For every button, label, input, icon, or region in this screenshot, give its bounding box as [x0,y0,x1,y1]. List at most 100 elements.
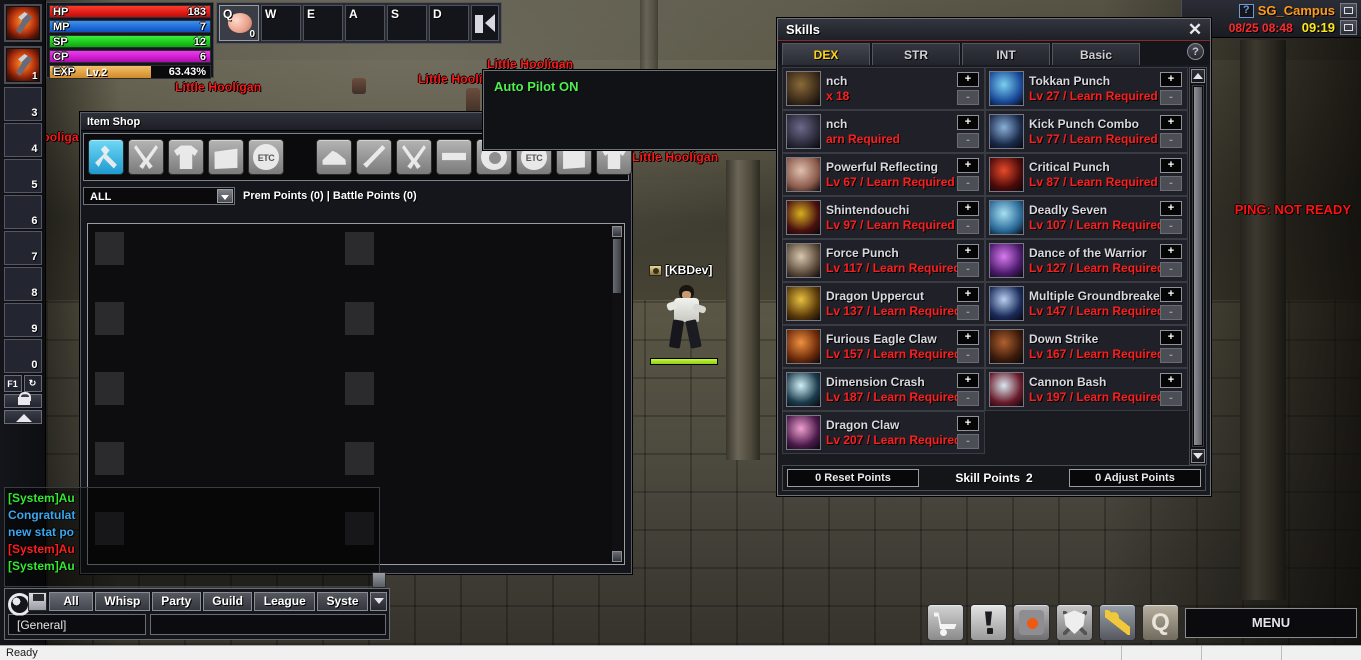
item-slot[interactable] [95,372,124,405]
hotkey-slot-a[interactable]: A [345,5,385,41]
skill-row[interactable]: Multiple Groundbreaker Lv 147 / Learn Req… [985,282,1188,325]
skill-icon[interactable] [989,71,1024,106]
skill-increase-button[interactable]: + [957,201,979,216]
belt-icon[interactable] [436,139,472,175]
scroll-up-button[interactable] [612,226,622,237]
hotkey-slot-e[interactable]: E [303,5,343,41]
skill-icon[interactable] [786,114,821,149]
skill-point-controls[interactable]: + - [957,373,981,406]
tab-dex[interactable]: DEX [782,43,870,65]
refresh-icon[interactable]: ↻ [23,375,42,392]
skill-point-controls[interactable]: + - [1160,330,1184,363]
adjust-points-button[interactable]: 0 Adjust Points [1069,469,1201,487]
chat-panel[interactable]: All Whisp Party Guild League Syste [Gene… [4,588,390,640]
skill-point-controls[interactable]: + - [957,330,981,363]
record-icon[interactable] [1013,604,1050,641]
chat-tab-bar[interactable]: All Whisp Party Guild League Syste [5,589,389,611]
skill-icon[interactable] [786,286,821,321]
chat-tab-guild[interactable]: Guild [202,591,253,611]
skill-decrease-button[interactable]: - [957,176,979,191]
category-filter-select[interactable]: ALL [83,187,235,205]
scroll-up-button[interactable] [1191,69,1205,83]
skill-increase-button[interactable]: + [1160,201,1182,216]
skill-decrease-button[interactable]: - [957,133,979,148]
skill-point-controls[interactable]: + - [1160,287,1184,320]
reset-points-button[interactable]: 0 Reset Points [787,469,919,487]
skill-point-controls[interactable]: + - [1160,201,1184,234]
skill-decrease-button[interactable]: - [1160,348,1182,363]
skill-decrease-button[interactable]: - [1160,133,1182,148]
skill-row[interactable]: Cannon Bash Lv 197 / Learn Required + - [985,368,1188,411]
skill-icon[interactable] [786,157,821,192]
tools-icon[interactable] [88,139,124,175]
player-sprite[interactable] [666,285,707,353]
tab-int[interactable]: INT [962,43,1050,65]
skill-row[interactable]: Dragon Uppercut Lv 137 / Learn Required + - [782,282,985,325]
item-slot[interactable] [345,232,374,265]
skill-row[interactable]: Shintendouchi Lv 97 / Learn Required + - [782,196,985,239]
skill-decrease-button[interactable]: - [957,262,979,277]
item-slot[interactable] [345,442,374,475]
item-shop-scrollbar[interactable] [612,226,622,562]
skill-increase-button[interactable]: + [957,115,979,130]
skill-icon[interactable] [786,243,821,278]
quickslot-4[interactable]: 4 [3,123,42,157]
skill-point-controls[interactable]: + - [957,72,981,105]
scroll-thumb[interactable] [613,239,621,293]
skill-row[interactable]: Furious Eagle Claw Lv 157 / Learn Require… [782,325,985,368]
chat-tab-all[interactable]: All [49,591,93,611]
skill-icon[interactable] [989,114,1024,149]
chat-tab-scroll-button[interactable] [370,591,387,611]
skill-icon[interactable] [786,200,821,235]
hotbar-page-arrows[interactable] [471,5,499,41]
skill-point-controls[interactable]: + - [957,201,981,234]
cart-icon[interactable] [927,604,964,641]
chat-resize-handle[interactable] [372,572,386,588]
skill-increase-button[interactable]: + [1160,244,1182,259]
scissors-icon[interactable] [128,139,164,175]
skill-point-controls[interactable]: + - [1160,373,1184,406]
skill-row[interactable]: Kick Punch Combo Lv 77 / Learn Required + - [985,110,1188,153]
skill-increase-button[interactable]: + [957,244,979,259]
item-slot[interactable] [95,232,124,265]
skills-scrollbar[interactable] [1189,67,1207,465]
window-minimize-button[interactable] [1340,3,1357,18]
quest-icon[interactable] [970,604,1007,641]
gift-icon[interactable] [208,139,244,175]
skills-tab-bar[interactable]: DEX STR INT Basic ? [778,41,1210,65]
hotkey-slot-q[interactable]: Q 0 [219,5,259,41]
skills-list[interactable]: nch x 18 + - Tokkan Punch Lv 27 / Learn Requi… [782,67,1188,465]
f1-button[interactable]: F1 [3,375,22,392]
gear-icon[interactable] [7,591,26,611]
skill-increase-button[interactable]: + [1160,72,1182,87]
skill-row[interactable]: nch x 18 + - [782,67,985,110]
skill-increase-button[interactable]: + [957,373,979,388]
skill-row[interactable]: Powerful Reflecting Lv 67 / Learn Require… [782,153,985,196]
quickslot-6[interactable]: 6 [3,195,42,229]
skill-row[interactable]: Down Strike Lv 167 / Learn Required + - [985,325,1188,368]
skill-point-controls[interactable]: + - [957,416,981,449]
shoe-icon[interactable] [316,139,352,175]
skill-decrease-button[interactable]: - [957,391,979,406]
quickslot-weapon-icon[interactable] [3,4,42,42]
hotkey-slot-w[interactable]: W [261,5,301,41]
skill-decrease-button[interactable]: - [957,348,979,363]
menu-button[interactable]: MENU [1185,607,1357,638]
skill-decrease-button[interactable]: - [1160,90,1182,105]
skill-row[interactable]: Dragon Claw Lv 207 / Learn Required + - [782,411,985,454]
close-icon[interactable]: ✕ [1186,21,1204,39]
save-icon[interactable] [28,591,47,611]
skill-icon[interactable] [786,372,821,407]
skill-increase-button[interactable]: + [1160,287,1182,302]
skill-icon[interactable] [989,329,1024,364]
skill-point-controls[interactable]: + - [957,244,981,277]
skill-row[interactable]: Critical Punch Lv 87 / Learn Required + - [985,153,1188,196]
lock-toggle-button[interactable] [3,392,42,408]
etc-bag-icon[interactable] [248,139,284,175]
skill-row[interactable]: Force Punch Lv 117 / Learn Required + - [782,239,985,282]
skill-decrease-button[interactable]: - [1160,391,1182,406]
quickslot-8[interactable]: 8 [3,267,42,301]
skill-decrease-button[interactable]: - [1160,219,1182,234]
sword-icon[interactable] [356,139,392,175]
chat-channel-field[interactable]: [General] [8,614,146,635]
